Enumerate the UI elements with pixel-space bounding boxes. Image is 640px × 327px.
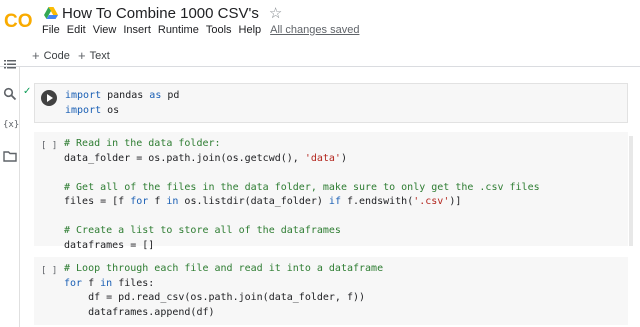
code-token: import [65, 104, 102, 116]
cell-2-code[interactable]: # Read in the data folder: data_folder = … [64, 137, 540, 253]
code-line[interactable]: import pandas as pd [65, 89, 179, 104]
plus-icon: + [78, 48, 86, 63]
code-token: in [100, 277, 113, 289]
menu-tools[interactable]: Tools [206, 24, 232, 36]
code-token: ) [340, 152, 347, 164]
code-token: os.listdir(data_folder) [178, 196, 329, 207]
variables-icon[interactable]: {x} [3, 118, 19, 132]
add-code-button[interactable]: + Code [32, 48, 70, 63]
menu-help[interactable]: Help [239, 24, 262, 36]
code-line[interactable]: files = [f for f in os.listdir(data_fold… [64, 195, 540, 210]
app-header: CO How To Combine 1000 CSV's ☆ File Edit… [0, 0, 640, 43]
code-token: # Create a list to store all of the data… [64, 225, 341, 236]
menu-view[interactable]: View [93, 24, 117, 36]
code-line[interactable]: df = pd.read_csv(os.path.join(data_folde… [64, 291, 383, 306]
code-line[interactable]: # Loop through each file and read it int… [64, 262, 383, 277]
execution-count[interactable]: [ ] [41, 139, 57, 154]
code-token: in [166, 196, 179, 207]
code-token: for [130, 196, 149, 207]
menu-insert[interactable]: Insert [123, 24, 151, 36]
code-line[interactable] [64, 166, 540, 181]
menu-file[interactable]: File [42, 24, 60, 36]
code-line[interactable]: import os [65, 104, 179, 119]
svg-text:CO: CO [4, 11, 33, 30]
add-text-label: Text [89, 49, 110, 62]
code-token: pd [161, 90, 180, 101]
code-token: os [101, 104, 120, 116]
code-token: # Get all of the files in the data folde… [64, 181, 540, 193]
code-line[interactable]: dataframes.append(df) [64, 306, 383, 321]
code-token: '.csv' [413, 196, 450, 207]
code-line[interactable]: # Create a list to store all of the data… [64, 224, 540, 239]
code-line[interactable]: # Get all of the files in the data folde… [64, 181, 540, 196]
code-token: if [328, 196, 341, 207]
code-token: # Read in the data folder: [64, 138, 221, 149]
menu-runtime[interactable]: Runtime [158, 24, 199, 36]
code-token: as [149, 90, 162, 101]
star-outline-icon[interactable]: ☆ [269, 4, 282, 22]
menu-edit[interactable]: Edit [67, 24, 86, 36]
save-status-link[interactable]: All changes saved [270, 24, 359, 36]
executed-check-icon: ✓ [23, 86, 32, 97]
add-text-button[interactable]: + Text [78, 48, 110, 63]
toc-icon[interactable] [3, 57, 17, 71]
code-line[interactable]: dataframes = [] [64, 239, 540, 254]
add-code-label: Code [43, 49, 70, 62]
code-token: dataframes = [] [64, 239, 155, 251]
code-token: for [64, 277, 83, 289]
folder-icon[interactable] [3, 149, 17, 163]
colab-logo[interactable]: CO [4, 10, 34, 30]
code-cell-3[interactable]: [ ] # Loop through each file and read it… [34, 257, 628, 325]
title-row: How To Combine 1000 CSV's ☆ [44, 4, 282, 22]
code-token: f [82, 277, 101, 289]
code-token: f.endswith( [340, 196, 414, 207]
code-token: files = [f [64, 196, 131, 207]
execution-count[interactable]: [ ] [41, 264, 57, 279]
code-cell-1[interactable]: import pandas as pd import os [34, 83, 628, 123]
code-line[interactable]: # Read in the data folder: [64, 137, 540, 152]
code-token: # Loop through each file and read it int… [64, 263, 384, 274]
toolbar: + Code + Text [0, 43, 640, 67]
code-token: f [148, 196, 167, 207]
search-icon[interactable] [3, 87, 17, 101]
code-token: data_folder = os.path.join(os.getcwd(), [64, 152, 305, 164]
code-token: df = pd.read_csv(os.path.join(data_folde… [64, 292, 366, 303]
code-token: )] [449, 196, 462, 207]
cell-3-code[interactable]: # Loop through each file and read it int… [64, 262, 383, 320]
code-token: 'data' [304, 152, 341, 164]
cell-1-code[interactable]: import pandas as pd import os [65, 89, 179, 118]
code-token: dataframes.append(df) [64, 306, 215, 318]
code-token: files: [112, 277, 155, 289]
drive-icon [44, 7, 58, 19]
code-token: pandas [101, 90, 150, 101]
run-cell-button[interactable] [41, 90, 57, 106]
code-line[interactable]: for f in files: [64, 277, 383, 292]
code-line[interactable]: data_folder = os.path.join(os.getcwd(), … [64, 152, 540, 167]
menu-bar: File Edit View Insert Runtime Tools Help… [42, 24, 359, 36]
code-token: import [65, 90, 102, 101]
plus-icon: + [32, 48, 40, 63]
cell-scrollbar[interactable] [629, 136, 633, 246]
left-rail: {x} [0, 60, 20, 327]
code-cell-2[interactable]: [ ] # Read in the data folder: data_folde… [34, 132, 628, 251]
notebook-title[interactable]: How To Combine 1000 CSV's [62, 5, 259, 22]
code-line[interactable] [64, 210, 540, 225]
